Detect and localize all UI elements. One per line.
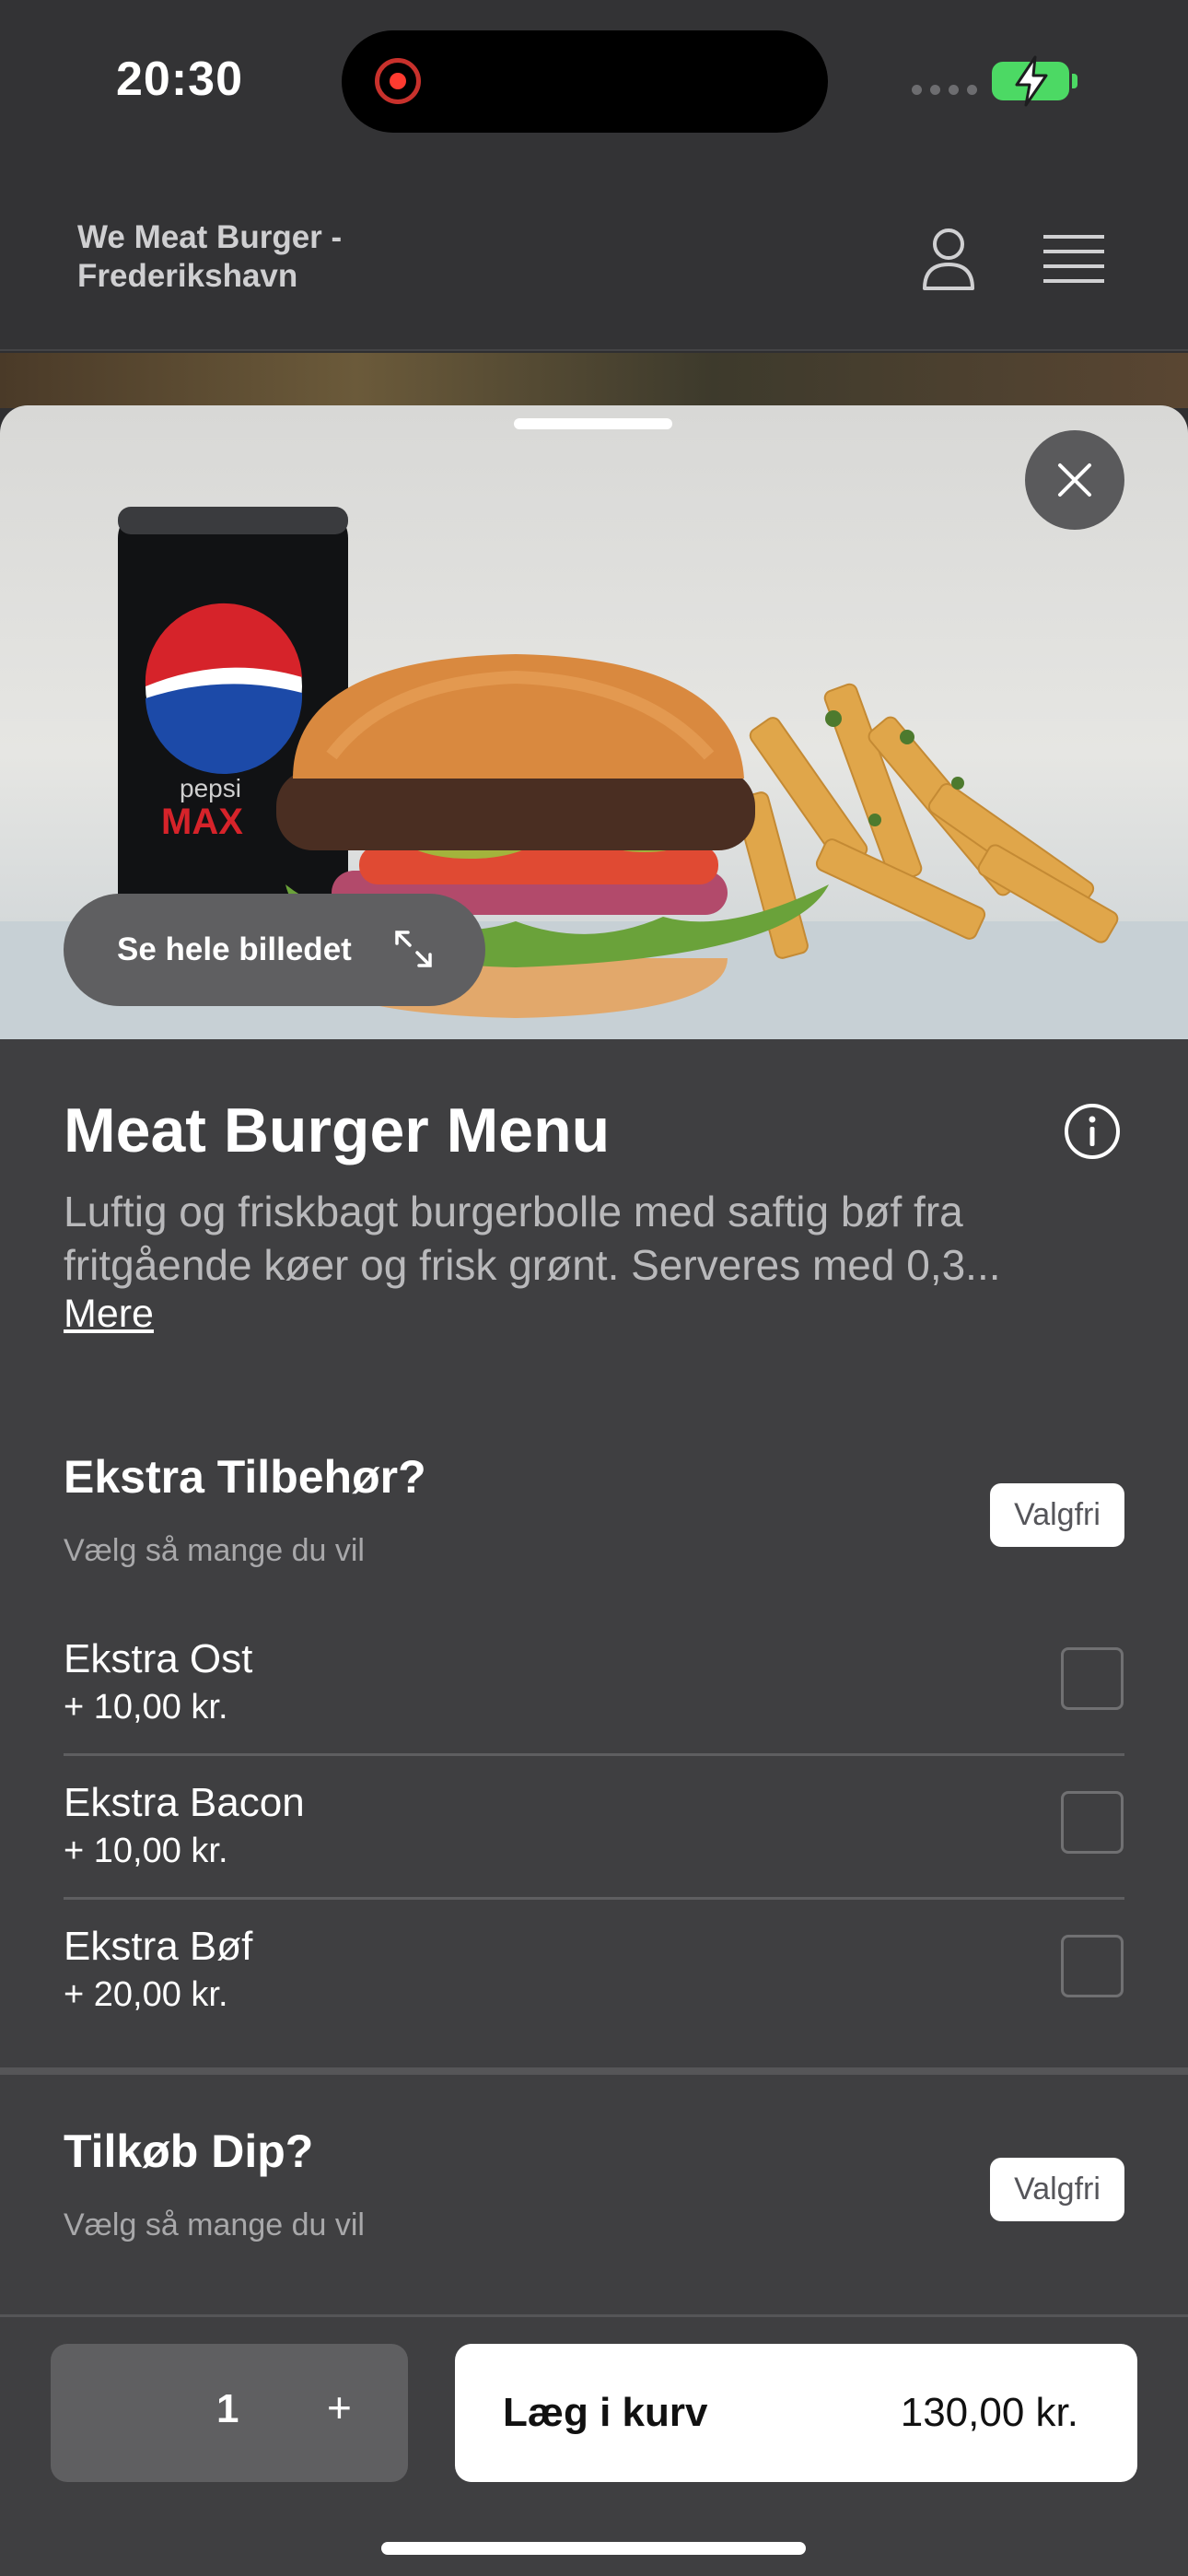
- info-icon[interactable]: [1064, 1103, 1121, 1160]
- option-row-extra-cheese[interactable]: Ekstra Ost + 10,00 kr.: [64, 1612, 1124, 1756]
- sheet-grabber[interactable]: [514, 418, 672, 429]
- cellular-signal-icon: [912, 85, 977, 95]
- product-title: Meat Burger Menu: [64, 1095, 611, 1165]
- charging-bolt-icon: [1015, 55, 1048, 107]
- section-separator: [0, 2067, 1188, 2075]
- product-sheet: pepsi MAX Se hele billedet Meat Burger M…: [0, 405, 1188, 2576]
- close-icon: [1058, 463, 1091, 497]
- option-checkbox[interactable]: [1061, 1791, 1124, 1854]
- see-full-image-label: Se hele billedet: [117, 931, 352, 967]
- product-image[interactable]: pepsi MAX Se hele billedet: [0, 405, 1188, 1039]
- battery-tip: [1072, 74, 1077, 88]
- option-price: + 10,00 kr.: [64, 1832, 228, 1870]
- section-title-dip: Tilkøb Dip?: [64, 2125, 314, 2177]
- option-name: Ekstra Bøf: [64, 1924, 253, 1969]
- optional-badge: Valgfri: [990, 2158, 1124, 2221]
- svg-text:pepsi: pepsi: [180, 774, 241, 802]
- app-header: We Meat Burger - Frederikshavn: [0, 161, 1188, 351]
- optional-badge: Valgfri: [990, 1483, 1124, 1547]
- option-checkbox[interactable]: [1061, 1935, 1124, 1997]
- hamburger-menu-icon[interactable]: [1043, 235, 1104, 283]
- bottom-action-bar: 1 + Læg i kurv 130,00 kr.: [0, 2314, 1188, 2576]
- svg-text:MAX: MAX: [161, 802, 243, 842]
- total-price: 130,00 kr.: [900, 2390, 1078, 2435]
- option-name: Ekstra Ost: [64, 1636, 253, 1681]
- product-description: Luftig og friskbagt burgerbolle med saft…: [64, 1188, 1001, 1289]
- quantity-value: 1: [216, 2386, 239, 2431]
- quantity-stepper[interactable]: 1 +: [51, 2344, 408, 2482]
- add-to-cart-label: Læg i kurv: [503, 2390, 708, 2435]
- user-account-icon[interactable]: [919, 226, 978, 292]
- home-indicator[interactable]: [381, 2542, 806, 2555]
- option-checkbox[interactable]: [1061, 1647, 1124, 1710]
- section-subtitle-extras: Vælg så mange du vil: [64, 1533, 365, 1568]
- status-time: 20:30: [116, 53, 243, 106]
- option-row-extra-bacon[interactable]: Ekstra Bacon + 10,00 kr.: [64, 1756, 1124, 1900]
- section-subtitle-dip: Vælg så mange du vil: [64, 2207, 365, 2242]
- expand-icon: [395, 931, 432, 967]
- section-title-extras: Ekstra Tilbehør?: [64, 1451, 426, 1503]
- option-row-extra-patty[interactable]: Ekstra Bøf + 20,00 kr.: [64, 1900, 1124, 2043]
- more-link[interactable]: Mere: [64, 1292, 154, 1337]
- see-full-image-button[interactable]: Se hele billedet: [64, 894, 485, 1006]
- background-hero-peek: [0, 353, 1188, 408]
- add-to-cart-button[interactable]: Læg i kurv 130,00 kr.: [455, 2344, 1137, 2482]
- option-price: + 10,00 kr.: [64, 1688, 228, 1727]
- store-name[interactable]: We Meat Burger - Frederikshavn: [77, 218, 464, 296]
- dynamic-island: [342, 30, 828, 133]
- status-bar: 20:30: [0, 0, 1188, 161]
- option-price: + 20,00 kr.: [64, 1975, 228, 2014]
- quantity-plus-button[interactable]: +: [327, 2383, 352, 2432]
- recording-indicator-icon: [375, 58, 421, 104]
- option-name: Ekstra Bacon: [64, 1780, 305, 1825]
- close-button[interactable]: [1025, 430, 1124, 530]
